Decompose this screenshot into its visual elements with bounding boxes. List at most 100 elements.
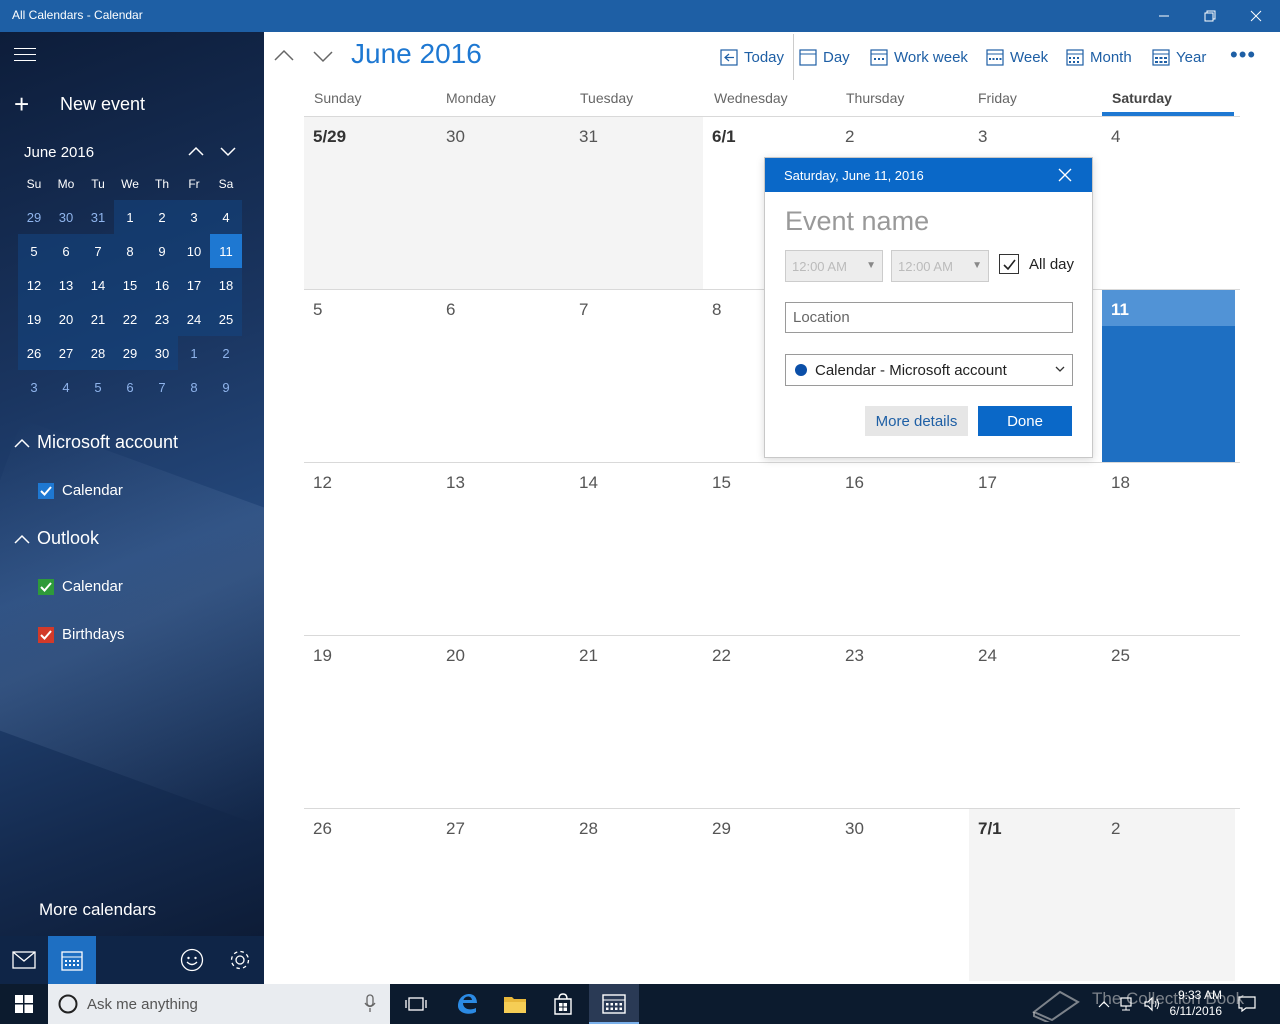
minimize-button[interactable] — [1141, 0, 1187, 32]
day-cell[interactable]: 26 — [304, 809, 437, 981]
previous-month-icon[interactable] — [272, 44, 296, 68]
day-cell[interactable]: 7/1 — [969, 809, 1102, 981]
cortana-search-box[interactable]: Ask me anything — [48, 984, 390, 1024]
calendar-item-outlook-calendar[interactable]: Calendar — [38, 578, 123, 595]
restore-button[interactable] — [1187, 0, 1233, 32]
mini-day[interactable]: 1 — [114, 200, 146, 234]
day-cell[interactable]: 22 — [703, 636, 836, 808]
mini-day[interactable]: 18 — [210, 268, 242, 302]
mini-day[interactable]: 24 — [178, 302, 210, 336]
mini-day[interactable]: 30 — [50, 200, 82, 234]
taskbar-clock[interactable]: 9:33 AM 6/11/2016 — [1166, 987, 1223, 1019]
mini-day[interactable]: 29 — [18, 200, 50, 234]
volume-button[interactable] — [1140, 984, 1164, 1024]
day-cell[interactable]: 25 — [1102, 636, 1235, 808]
day-cell[interactable]: 5/29 — [304, 117, 437, 289]
all-day-checkbox[interactable]: All day — [999, 254, 1074, 274]
mini-day[interactable]: 8 — [178, 370, 210, 404]
done-button[interactable]: Done — [978, 406, 1072, 436]
mini-day[interactable]: 10 — [178, 234, 210, 268]
event-name-input[interactable]: Event name — [785, 206, 929, 237]
action-center-button[interactable] — [1234, 984, 1260, 1024]
calendar-app-button[interactable] — [48, 936, 96, 984]
day-view-button[interactable]: Day — [799, 46, 850, 68]
mini-day[interactable]: 14 — [82, 268, 114, 302]
day-cell[interactable]: 13 — [437, 463, 570, 635]
day-cell[interactable]: 21 — [570, 636, 703, 808]
end-time-select[interactable]: 12:00 AM ▼ — [891, 250, 989, 282]
checkbox-checked-icon[interactable] — [999, 254, 1019, 274]
file-explorer-button[interactable] — [491, 984, 539, 1024]
day-cell[interactable]: 15 — [703, 463, 836, 635]
hamburger-menu-icon[interactable] — [14, 48, 36, 64]
mini-day[interactable]: 23 — [146, 302, 178, 336]
day-cell[interactable]: 2 — [1102, 809, 1235, 981]
day-cell[interactable]: 24 — [969, 636, 1102, 808]
settings-button[interactable] — [216, 936, 264, 984]
mini-day[interactable]: 12 — [18, 268, 50, 302]
edge-button[interactable] — [443, 984, 491, 1024]
work-week-view-button[interactable]: Work week — [870, 46, 968, 68]
day-cell[interactable]: 20 — [437, 636, 570, 808]
day-cell[interactable]: 14 — [570, 463, 703, 635]
mini-day[interactable]: 5 — [18, 234, 50, 268]
calendar-taskbar-button[interactable] — [589, 984, 639, 1024]
mini-day[interactable]: 19 — [18, 302, 50, 336]
day-cell[interactable]: 17 — [969, 463, 1102, 635]
day-cell[interactable]: 18 — [1102, 463, 1235, 635]
more-options-icon[interactable]: ••• — [1230, 42, 1256, 68]
mini-day[interactable]: 7 — [146, 370, 178, 404]
mini-day[interactable]: 9 — [210, 370, 242, 404]
mini-calendar-title[interactable]: June 2016 — [24, 144, 94, 161]
mini-day[interactable]: 2 — [146, 200, 178, 234]
month-title[interactable]: June 2016 — [351, 38, 482, 70]
mini-day[interactable]: 29 — [114, 336, 146, 370]
day-cell[interactable]: 23 — [836, 636, 969, 808]
mini-day[interactable]: 20 — [50, 302, 82, 336]
mini-day[interactable]: 22 — [114, 302, 146, 336]
year-view-button[interactable]: Year — [1152, 46, 1206, 68]
mini-day[interactable]: 7 — [82, 234, 114, 268]
new-event-button[interactable]: + New event — [14, 91, 145, 117]
store-button[interactable] — [539, 984, 587, 1024]
mini-day[interactable]: 3 — [178, 200, 210, 234]
day-cell[interactable]: 7 — [570, 290, 703, 462]
calendar-item-microsoft-calendar[interactable]: Calendar — [38, 482, 123, 499]
mini-prev-month-icon[interactable] — [185, 140, 207, 162]
day-cell[interactable]: 31 — [570, 117, 703, 289]
mini-day[interactable]: 4 — [210, 200, 242, 234]
mini-day[interactable]: 5 — [82, 370, 114, 404]
checkbox-checked-icon[interactable] — [38, 626, 54, 643]
close-button[interactable] — [1233, 0, 1279, 32]
day-cell[interactable]: 19 — [304, 636, 437, 808]
mail-button[interactable] — [0, 936, 48, 984]
day-cell[interactable]: 16 — [836, 463, 969, 635]
close-icon[interactable] — [1058, 168, 1072, 182]
day-cell[interactable]: 4 — [1102, 117, 1235, 289]
mini-day[interactable]: 31 — [82, 200, 114, 234]
task-view-button[interactable] — [394, 984, 438, 1024]
day-cell[interactable]: 28 — [570, 809, 703, 981]
mini-day[interactable]: 1 — [178, 336, 210, 370]
network-button[interactable] — [1116, 984, 1140, 1024]
day-cell-selected[interactable]: 11 — [1102, 290, 1235, 462]
start-button[interactable] — [0, 984, 48, 1024]
mini-day[interactable]: 27 — [50, 336, 82, 370]
day-cell[interactable]: 5 — [304, 290, 437, 462]
calendar-item-outlook-birthdays[interactable]: Birthdays — [38, 626, 125, 643]
checkbox-checked-icon[interactable] — [38, 482, 54, 499]
calendar-select[interactable]: Calendar - Microsoft account — [785, 354, 1073, 386]
mini-day[interactable]: 17 — [178, 268, 210, 302]
more-calendars-link[interactable]: More calendars — [39, 900, 156, 920]
day-cell[interactable]: 30 — [437, 117, 570, 289]
show-hidden-icons-button[interactable] — [1094, 984, 1114, 1024]
mini-day[interactable]: 6 — [114, 370, 146, 404]
mini-day[interactable]: 3 — [18, 370, 50, 404]
next-month-icon[interactable] — [311, 44, 335, 68]
mini-day[interactable]: 2 — [210, 336, 242, 370]
more-details-button[interactable]: More details — [865, 406, 968, 436]
account-microsoft[interactable]: Microsoft account — [14, 432, 178, 453]
mini-day[interactable]: 25 — [210, 302, 242, 336]
microphone-icon[interactable] — [363, 994, 377, 1014]
account-outlook[interactable]: Outlook — [14, 528, 99, 549]
